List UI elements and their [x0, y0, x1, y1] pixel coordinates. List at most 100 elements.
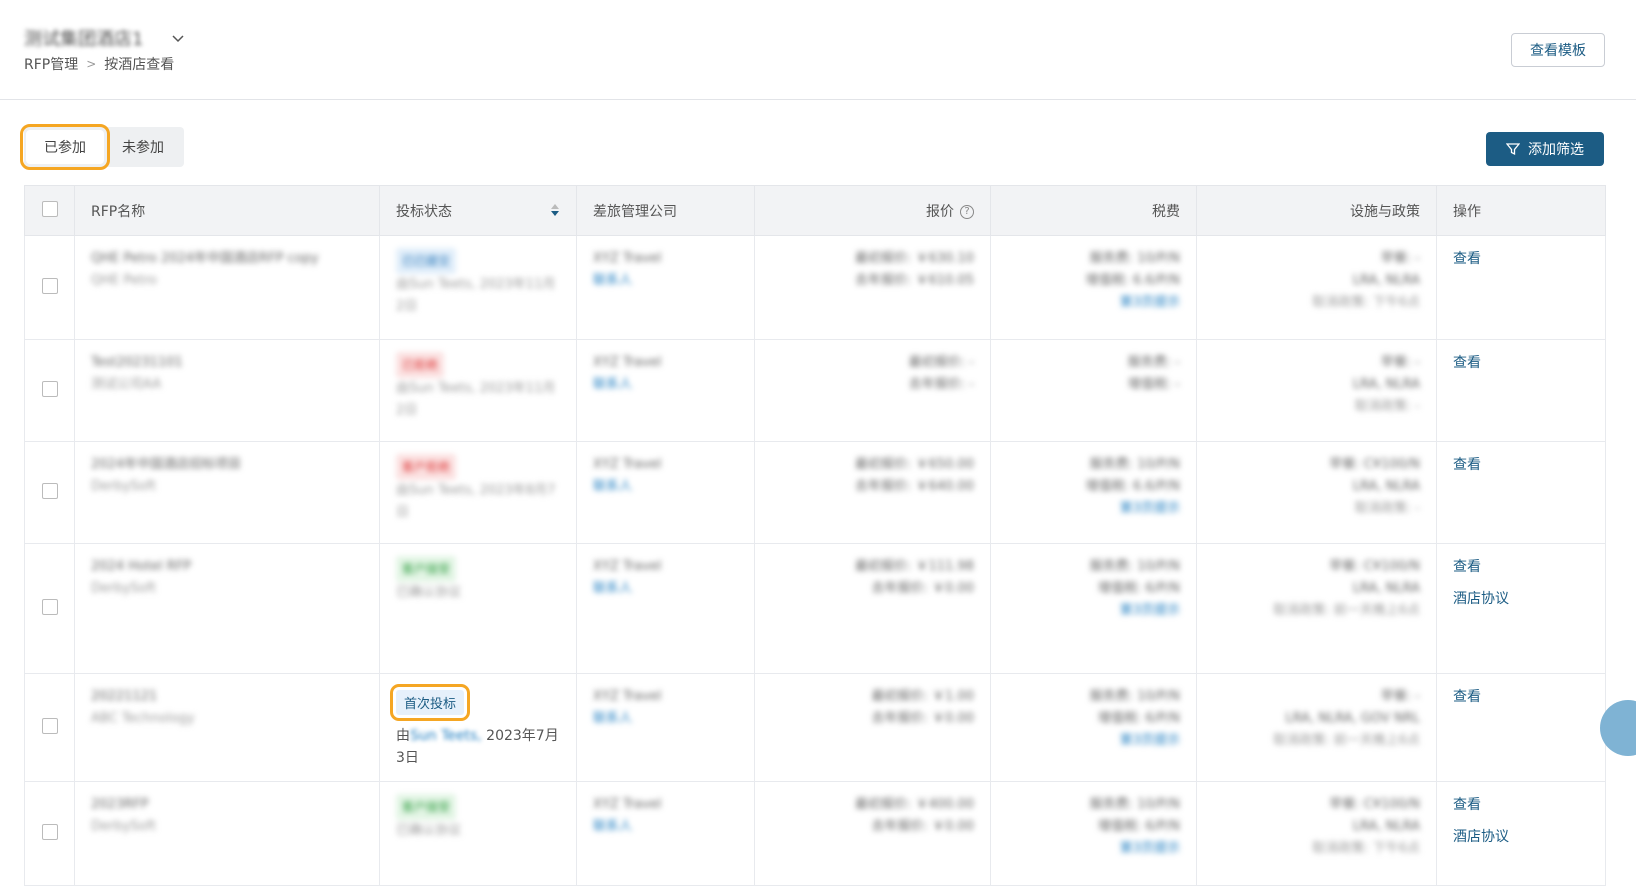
status-cell: 客户接受 已确认协议 — [379, 543, 577, 674]
tax-more[interactable]: 第3页提示 — [1007, 730, 1180, 752]
table-row: 20221121 ABC Technology 首次投标 由Sun Teets, … — [24, 673, 1606, 782]
status-by-name[interactable]: Sun Teets, — [410, 728, 482, 744]
help-icon[interactable]: ? — [960, 204, 974, 219]
price-last-year: 去年报价: ￥0.00 — [871, 819, 974, 834]
rfp-name: 2024 Hotel RFP — [91, 559, 192, 574]
price-cell: 最初报价: ￥111.98 去年报价: ￥0.00 — [754, 543, 991, 674]
tax-service: 服务费: 10/P/N — [1089, 797, 1180, 812]
tmc-contact[interactable]: 联系人 — [593, 708, 738, 730]
rfp-name-cell: 20221121 ABC Technology — [74, 673, 380, 782]
fac-rate: LRA, NLRA — [1352, 819, 1420, 834]
tax-vat: 增值税: 6.6/P/N — [1085, 479, 1180, 494]
row-select-cell — [24, 339, 75, 442]
view-link[interactable]: 查看 — [1453, 454, 1589, 476]
tax-cell: 服务费: 10/P/N 增值税: 6/P/N 第3页提示 — [990, 543, 1197, 674]
breadcrumb: RFP管理 > 按酒店查看 — [24, 54, 174, 74]
facilities-cell: 早餐: - LRA, NLRA 取消政策: - — [1196, 339, 1437, 442]
select-all-checkbox[interactable] — [41, 200, 58, 217]
hotel-name[interactable]: 测试集团酒店1 — [24, 25, 143, 51]
fac-breakfast: 早餐: C¥100/N — [1329, 457, 1420, 472]
view-link[interactable]: 查看 — [1453, 248, 1589, 270]
tax-vat: 增值税: 6/P/N — [1097, 581, 1180, 596]
tax-more[interactable]: 第3页提示 — [1007, 292, 1180, 314]
tmc-name: XYZ Travel — [593, 797, 662, 812]
tmc-cell: XYZ Travel 联系人 — [576, 543, 755, 674]
view-link[interactable]: 查看 — [1453, 794, 1589, 816]
tab-joined[interactable]: 已参加 — [20, 124, 110, 170]
participation-tabs: 已参加 未参加 — [20, 124, 184, 170]
tmc-cell: XYZ Travel 联系人 — [576, 673, 755, 782]
fac-breakfast: 早餐: C¥100/N — [1329, 559, 1420, 574]
row-checkbox[interactable] — [41, 717, 58, 734]
tax-service: 服务费: 10/P/N — [1089, 559, 1180, 574]
facilities-cell: 早餐: - LRA, NLRA, GOV NRL 取消政策: 前一天晚上6点 — [1196, 673, 1437, 782]
tmc-contact[interactable]: 联系人 — [593, 476, 738, 498]
col-price-label: 报价 — [926, 203, 954, 220]
rfp-client: DerbySoft — [91, 581, 156, 596]
view-link[interactable]: 查看 — [1453, 556, 1589, 578]
status-by: 已确认协议 — [396, 823, 462, 838]
tab-not-joined[interactable]: 未参加 — [104, 130, 182, 164]
breadcrumb-rfp[interactable]: RFP管理 — [24, 54, 78, 74]
col-facilities: 设施与政策 — [1196, 185, 1437, 236]
tmc-contact[interactable]: 联系人 — [593, 270, 738, 292]
breadcrumb-current: 按酒店查看 — [104, 57, 175, 73]
table-row: 2024年中国酒店招标项目 DerbySoft 客户拒绝 由Sun Teets, … — [24, 441, 1606, 544]
status-cell: 客户接受 已确认协议 — [379, 781, 577, 886]
status-cell: 已拒绝 由Sun Teets, 2023年11月2日 — [379, 339, 577, 442]
fac-breakfast: 早餐: C¥100/N — [1329, 797, 1420, 812]
tmc-contact[interactable]: 联系人 — [593, 374, 738, 396]
tmc-cell: XYZ Travel 联系人 — [576, 339, 755, 442]
row-select-cell — [24, 543, 75, 674]
tax-more[interactable]: 第3页提示 — [1007, 498, 1180, 520]
tax-service: 服务费: - — [1127, 355, 1180, 370]
row-checkbox[interactable] — [41, 380, 58, 397]
add-filter-button[interactable]: 添加筛选 — [1486, 132, 1604, 166]
status-badge: 客户拒绝 — [396, 454, 457, 480]
rfp-name: 20221121 — [91, 689, 158, 704]
status-badge: 首次投标 — [389, 684, 471, 721]
sort-icon[interactable] — [550, 202, 560, 218]
col-tmc: 差旅管理公司 — [576, 185, 755, 236]
price-initial: 最初报价: ￥111.98 — [855, 559, 974, 574]
view-link[interactable]: 查看 — [1453, 686, 1589, 708]
status-cell: 首次投标 由Sun Teets, 2023年7月3日 — [379, 673, 577, 782]
view-template-button[interactable]: 查看模板 — [1511, 33, 1605, 67]
row-checkbox[interactable] — [41, 482, 58, 499]
fac-rate: LRA, NLRA — [1352, 273, 1420, 288]
status-by-prefix: 由 — [396, 728, 410, 744]
status-cell: 已已提交 由Sun Teets, 2023年11月2日 — [379, 235, 577, 340]
hotel-agreement-link[interactable]: 酒店协议 — [1453, 588, 1589, 610]
actions-cell: 查看 酒店协议 — [1436, 543, 1606, 674]
col-status[interactable]: 投标状态 — [379, 185, 577, 236]
price-last-year: 去年报价: ￥640.00 — [855, 479, 974, 494]
row-checkbox[interactable] — [41, 598, 58, 615]
price-initial: 最初报价: ￥650.00 — [855, 457, 974, 472]
tax-cell: 服务费: - 增值税: - — [990, 339, 1197, 442]
tax-vat: 增值税: 6/P/N — [1097, 819, 1180, 834]
fac-cancel: 取消政策: - — [1354, 501, 1420, 516]
tax-more[interactable]: 第3页提示 — [1007, 600, 1180, 622]
rfp-client: QHE Petro — [91, 273, 157, 288]
tmc-contact[interactable]: 联系人 — [593, 816, 738, 838]
tmc-name: XYZ Travel — [593, 689, 662, 704]
status-badge: 已已提交 — [396, 248, 457, 274]
rfp-client: 测试公司AA — [91, 377, 162, 392]
price-cell: 最初报价: ￥400.00 去年报价: ￥0.00 — [754, 781, 991, 886]
hotel-agreement-link[interactable]: 酒店协议 — [1453, 826, 1589, 848]
fac-rate: LRA, NLRA — [1352, 377, 1420, 392]
price-last-year: 去年报价: ￥610.05 — [855, 273, 974, 288]
row-checkbox[interactable] — [41, 277, 58, 294]
row-checkbox[interactable] — [41, 823, 58, 840]
tax-service: 服务费: 10/P/N — [1089, 457, 1180, 472]
rfp-name-cell: Test20231101 测试公司AA — [74, 339, 380, 442]
actions-cell: 查看 — [1436, 235, 1606, 340]
row-select-cell — [24, 441, 75, 544]
status-by: 由Sun Teets, 2023年11月2日 — [396, 277, 556, 314]
chevron-down-icon[interactable] — [170, 30, 186, 46]
view-link[interactable]: 查看 — [1453, 352, 1589, 374]
tmc-contact[interactable]: 联系人 — [593, 578, 738, 600]
tax-more[interactable]: 第3页提示 — [1007, 838, 1180, 860]
tax-cell: 服务费: 10/P/N 增值税: 6.6/P/N 第3页提示 — [990, 441, 1197, 544]
tax-vat: 增值税: 6.6/P/N — [1085, 273, 1180, 288]
